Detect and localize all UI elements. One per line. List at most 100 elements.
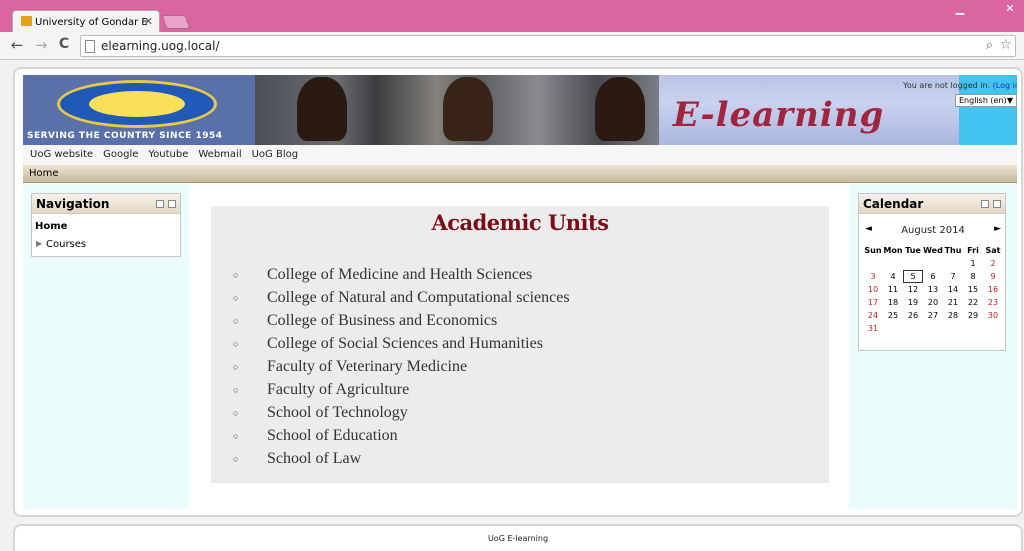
- calendar-day[interactable]: 14: [943, 283, 963, 296]
- list-item: ○ College of Medicine and Health Sciences: [233, 263, 570, 286]
- minimize-icon[interactable]: ▁: [950, 2, 970, 15]
- calendar-day[interactable]: 16: [983, 283, 1003, 296]
- close-tab-icon[interactable]: ✕: [144, 15, 153, 28]
- calendar-day[interactable]: 12: [903, 283, 923, 296]
- forward-button[interactable]: →: [32, 36, 50, 54]
- calendar-week: 3456789: [863, 270, 1003, 283]
- calendar-day[interactable]: 4: [883, 270, 903, 283]
- menu-item-youtube[interactable]: Youtube: [148, 149, 188, 160]
- calendar-day[interactable]: 28: [943, 309, 963, 322]
- calendar-day[interactable]: 31: [863, 322, 883, 335]
- calendar-day[interactable]: 29: [963, 309, 983, 322]
- search-icon[interactable]: ⌕: [986, 38, 993, 53]
- unit-label: College of Natural and Computational sci…: [267, 289, 570, 306]
- new-tab-button[interactable]: [161, 15, 191, 29]
- calendar-day[interactable]: 11: [883, 283, 903, 296]
- breadcrumb-home[interactable]: Home: [29, 168, 59, 179]
- calendar-day[interactable]: 1: [963, 257, 983, 270]
- nav-courses-link[interactable]: Courses: [46, 239, 86, 250]
- expand-arrow-icon[interactable]: ▶: [36, 239, 42, 248]
- close-window-icon[interactable]: ✕: [1000, 2, 1020, 15]
- bullet-icon: ○: [233, 270, 239, 280]
- calendar-day[interactable]: 3: [863, 270, 883, 283]
- nav-home-link[interactable]: Home: [35, 221, 67, 232]
- menu-item-google[interactable]: Google: [103, 149, 138, 160]
- weekday-header: Mon: [883, 246, 903, 255]
- calendar-day[interactable]: 27: [923, 309, 943, 322]
- calendar-day[interactable]: 30: [983, 309, 1003, 322]
- dropdown-arrow-icon: ▼: [1006, 96, 1013, 105]
- favicon-icon: [21, 16, 32, 26]
- calendar-day[interactable]: 7: [943, 270, 963, 283]
- calendar-week: 12: [863, 257, 1003, 270]
- calendar-week: 31: [863, 322, 1003, 335]
- tab-title: University of Gondar E-lea: [35, 17, 147, 28]
- calendar-day[interactable]: 5: [903, 270, 923, 283]
- calendar-empty-cell: [923, 322, 943, 335]
- calendar-day[interactable]: 19: [903, 296, 923, 309]
- collapse-icon[interactable]: [156, 200, 164, 208]
- unit-label: College of Medicine and Health Sciences: [267, 266, 533, 283]
- footer-text: UoG E-learning: [487, 534, 549, 543]
- next-month-icon[interactable]: ►: [994, 224, 1001, 234]
- calendar-week: 24 25 26 27 28 29 30: [863, 309, 1003, 322]
- calendar-day[interactable]: 25: [883, 309, 903, 322]
- bullet-icon: ○: [233, 385, 239, 395]
- back-button[interactable]: ←: [8, 36, 26, 54]
- calendar-day[interactable]: 10: [863, 283, 883, 296]
- calendar-day[interactable]: 20: [923, 296, 943, 309]
- unit-label: School of Law: [267, 450, 362, 467]
- dock-icon[interactable]: [993, 200, 1001, 208]
- bookmark-star-icon[interactable]: ☆: [999, 37, 1012, 53]
- calendar-day[interactable]: 26: [903, 309, 923, 322]
- calendar-day[interactable]: 23: [983, 296, 1003, 309]
- login-info: You are not logged in. (Log in): [903, 81, 1017, 90]
- menu-item-uog-blog[interactable]: UoG Blog: [252, 149, 298, 160]
- reload-button[interactable]: C: [55, 36, 73, 52]
- calendar-empty-cell: [863, 257, 883, 270]
- language-select[interactable]: English (en) ▼: [955, 94, 1017, 107]
- calendar-empty-cell: [883, 257, 903, 270]
- weekday-header: Wed: [923, 246, 943, 255]
- calendar-empty-cell: [943, 257, 963, 270]
- calendar-day[interactable]: 24: [863, 309, 883, 322]
- calendar-week: 10 11 12 13 14 15 16: [863, 283, 1003, 296]
- url-text[interactable]: elearning.uog.local/: [101, 39, 220, 53]
- calendar-day[interactable]: 2: [983, 257, 1003, 270]
- main-content: Academic Units ○ College of Medicine and …: [211, 206, 829, 483]
- calendar-month: August 2014: [901, 225, 965, 236]
- bullet-icon: ○: [233, 316, 239, 326]
- calendar-day[interactable]: 15: [963, 283, 983, 296]
- bullet-icon: ○: [233, 293, 239, 303]
- browser-tab[interactable]: University of Gondar E-lea ✕: [12, 10, 160, 32]
- calendar-day[interactable]: 6: [923, 270, 943, 283]
- calendar-day[interactable]: 9: [983, 270, 1003, 283]
- calendar-day[interactable]: 17: [863, 296, 883, 309]
- unit-label: School of Technology: [267, 404, 408, 421]
- list-item: ○ College of Natural and Computational sc…: [233, 286, 570, 309]
- students-photo: [255, 75, 659, 145]
- list-item: ○ Faculty of Agriculture: [233, 378, 570, 401]
- bullet-icon: ○: [233, 362, 239, 372]
- menu-item-webmail[interactable]: Webmail: [198, 149, 241, 160]
- calendar-day[interactable]: 8: [963, 270, 983, 283]
- calendar-empty-cell: [963, 322, 983, 335]
- calendar-day[interactable]: 21: [943, 296, 963, 309]
- calendar-empty-cell: [983, 322, 1003, 335]
- calendar-day[interactable]: 13: [923, 283, 943, 296]
- weekday-header: Sun: [864, 246, 882, 255]
- address-bar[interactable]: elearning.uog.local/ ⌕ ☆: [80, 35, 1016, 57]
- logo-motto: SERVING THE COUNTRY SINCE 1954: [27, 131, 223, 141]
- collapse-icon[interactable]: [981, 200, 989, 208]
- university-logo[interactable]: SERVING THE COUNTRY SINCE 1954: [23, 75, 255, 145]
- list-item: ○ Faculty of Veterinary Medicine: [233, 355, 570, 378]
- list-item: ○ School of Law: [233, 447, 570, 470]
- list-item: ○ School of Education: [233, 424, 570, 447]
- calendar-day[interactable]: 22: [963, 296, 983, 309]
- right-column: Calendar ◄ August 2014 ► Sun Mon Tue Wed Thu…: [849, 183, 1017, 509]
- calendar-day[interactable]: 18: [883, 296, 903, 309]
- unit-label: College of Social Sciences and Humanitie…: [267, 335, 543, 352]
- login-link[interactable]: (Log in): [993, 81, 1017, 90]
- menu-item-uog-website[interactable]: UoG website: [30, 149, 93, 160]
- dock-icon[interactable]: [168, 200, 176, 208]
